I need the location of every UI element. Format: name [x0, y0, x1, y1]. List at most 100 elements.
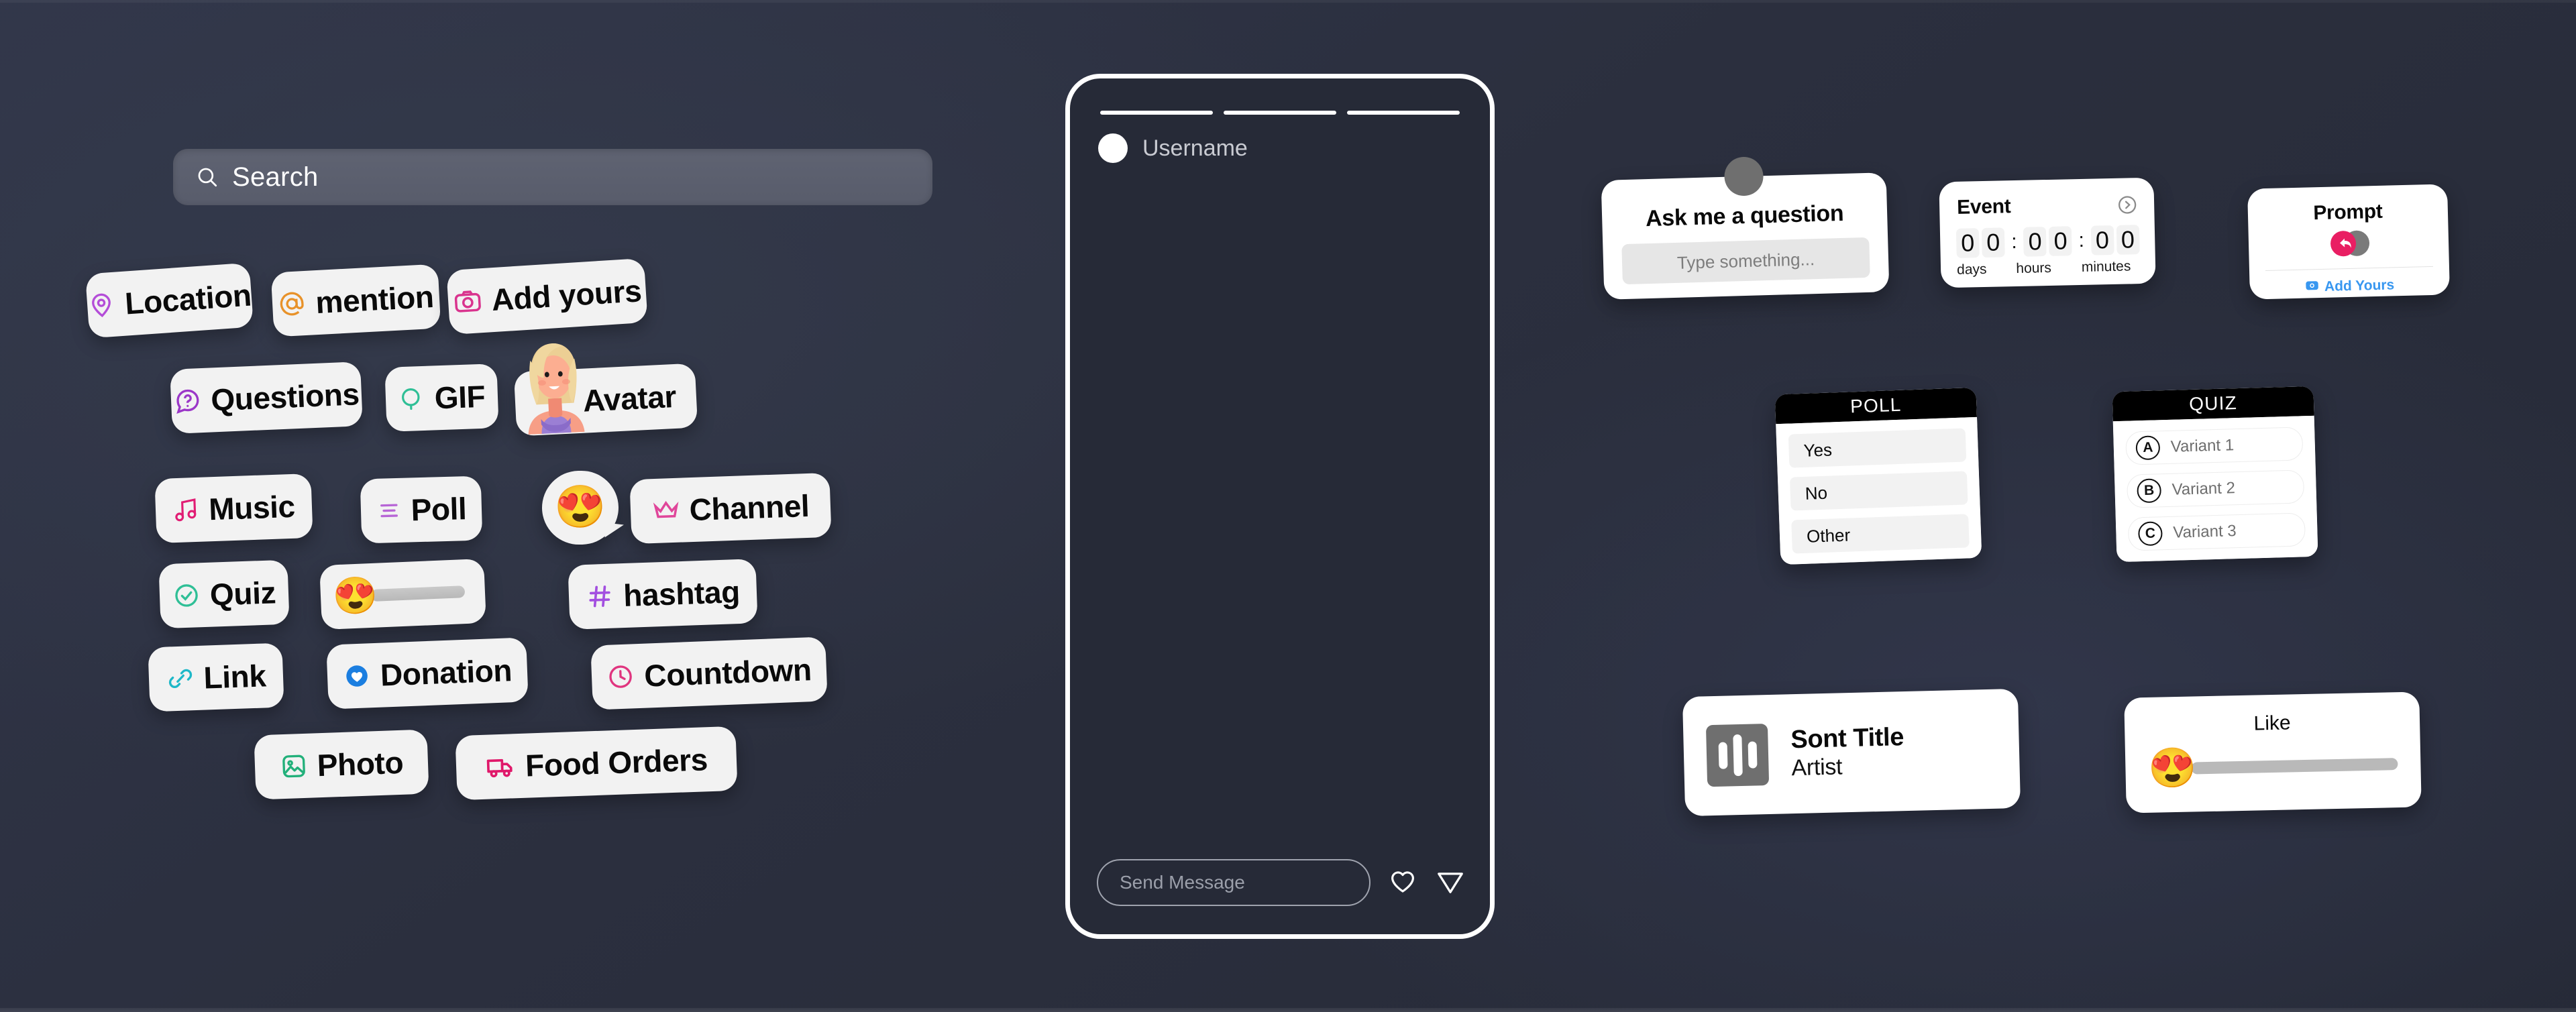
story-author[interactable]: Username: [1098, 133, 1248, 163]
card-quiz[interactable]: QUIZ A Variant 1 B Variant 2 C Variant 3: [2112, 386, 2318, 563]
event-title: Event: [1956, 195, 2011, 219]
quiz-option-badge: C: [2137, 521, 2163, 547]
countdown-separator: :: [2010, 230, 2017, 254]
clock-icon: [606, 662, 636, 691]
sticker-hashtag[interactable]: hashtag: [568, 559, 758, 630]
sticker-label: Avatar: [582, 378, 678, 418]
sticker-emoji-slider[interactable]: 😍: [319, 558, 486, 630]
quiz-option-label: Variant 1: [2170, 436, 2235, 456]
card-prompt[interactable]: Prompt Add Yours: [2247, 184, 2450, 300]
question-placeholder: Type something...: [1676, 248, 1815, 273]
prompt-add-label: Add Yours: [2324, 276, 2395, 294]
sticker-music[interactable]: Music: [154, 473, 313, 544]
countdown-separator: :: [2078, 229, 2085, 252]
quiz-options: A Variant 1 B Variant 2 C Variant 3: [2112, 415, 2318, 563]
username-label: Username: [1142, 135, 1248, 161]
send-message-input[interactable]: Send Message: [1097, 859, 1371, 906]
quiz-option[interactable]: A Variant 1: [2125, 427, 2304, 465]
quiz-option-label: Variant 2: [2171, 479, 2236, 499]
music-meta: Sont Title Artist: [1790, 723, 1904, 783]
card-music[interactable]: Sont Title Artist: [1682, 688, 2021, 817]
question-input[interactable]: Type something...: [1621, 237, 1870, 285]
question-bubble-icon: [173, 386, 203, 416]
prompt-title: Prompt: [2312, 200, 2383, 225]
sticker-photo[interactable]: Photo: [254, 729, 429, 800]
sticker-label: Photo: [316, 744, 404, 783]
sticker-link[interactable]: Link: [148, 642, 284, 712]
sticker-quiz[interactable]: Quiz: [158, 559, 290, 629]
emoji-slider-track[interactable]: [370, 585, 466, 602]
sticker-label: mention: [315, 278, 435, 321]
story-progress-segment: [1224, 111, 1336, 115]
chevron-right-circle-icon[interactable]: [2116, 194, 2139, 216]
heart-eyes-emoji: 😍: [2147, 746, 2198, 791]
bubble-tail: [604, 522, 624, 540]
sticker-questions[interactable]: Questions: [170, 361, 363, 434]
avatar-circle-icon: [1723, 156, 1764, 196]
like-slider[interactable]: 😍: [2147, 744, 2398, 791]
sticker-poll[interactable]: Poll: [360, 475, 483, 544]
sticker-donation[interactable]: Donation: [326, 637, 529, 710]
song-title: Sont Title: [1790, 722, 1904, 754]
sticker-channel[interactable]: Channel: [629, 472, 832, 545]
hash-icon: [586, 582, 614, 611]
sticker-countdown[interactable]: Countdown: [590, 636, 828, 710]
poll-option[interactable]: No: [1789, 471, 1968, 511]
quiz-option[interactable]: C Variant 3: [2127, 512, 2306, 551]
story-progress-segment: [1100, 111, 1213, 115]
quiz-option-badge: A: [2135, 435, 2161, 461]
send-message-placeholder: Send Message: [1120, 872, 1245, 893]
waveform-icon: [1705, 724, 1770, 787]
heart-icon[interactable]: [1388, 866, 1417, 899]
quiz-option-label: Variant 3: [2173, 522, 2237, 542]
sticker-label: Quiz: [209, 575, 276, 612]
sticker-label: Food Orders: [525, 742, 708, 783]
poll-options: Yes No Other: [1776, 416, 1982, 565]
sticker-label: Countdown: [643, 652, 812, 693]
delivery-truck-icon: [484, 750, 517, 783]
sticker-label: Questions: [210, 376, 360, 418]
story-footer: Send Message: [1097, 859, 1466, 906]
heart-eyes-emoji: 😍: [553, 484, 607, 531]
camera-icon: [2305, 278, 2320, 296]
card-like[interactable]: Like 😍: [2124, 691, 2422, 813]
poll-option[interactable]: Yes: [1788, 428, 1967, 468]
like-slider-track[interactable]: [2191, 758, 2398, 775]
sticker-location[interactable]: Location: [85, 262, 254, 339]
location-pin-icon: [87, 290, 117, 321]
search-icon: [196, 166, 219, 188]
sticker-label: GIF: [433, 378, 486, 416]
quiz-option-badge: B: [2137, 478, 2162, 504]
paper-plane-icon[interactable]: [1435, 866, 1466, 900]
prompt-divider: [2265, 266, 2433, 272]
sticker-food-orders[interactable]: Food Orders: [455, 726, 738, 801]
story-progress-segment: [1347, 111, 1460, 115]
search-placeholder: Search: [232, 162, 319, 192]
unit-label-days: days: [1956, 261, 1987, 278]
sticker-emoji-bubble[interactable]: 😍: [541, 469, 624, 546]
sticker-label: Location: [123, 277, 253, 321]
event-countdown: 0 0 : 0 0 : 0 0: [1955, 225, 2141, 258]
card-question[interactable]: Ask me a question Type something...: [1601, 156, 1890, 300]
sticker-label: Donation: [380, 653, 513, 693]
sticker-gif[interactable]: GIF: [384, 363, 499, 432]
song-artist: Artist: [1791, 754, 1843, 781]
card-event[interactable]: Event 0 0 : 0 0 : 0 0 days hours minutes: [1939, 177, 2156, 288]
card-poll[interactable]: POLL Yes No Other: [1774, 387, 1982, 565]
countdown-digit: 0: [1981, 227, 2005, 258]
prompt-add-yours-button[interactable]: Add Yours: [2249, 274, 2450, 297]
sticker-avatar[interactable]: Avatar: [513, 363, 698, 437]
heart-eyes-emoji: 😍: [331, 575, 379, 618]
phone-mockup: Username Send Message: [1065, 74, 1495, 939]
sticker-add-yours[interactable]: Add yours: [446, 258, 648, 335]
countdown-digit: 0: [1955, 228, 1980, 258]
sticker-label: Poll: [410, 491, 468, 528]
sticker-mention[interactable]: mention: [270, 264, 441, 337]
poll-option[interactable]: Other: [1791, 514, 1970, 554]
at-sign-icon: [278, 289, 307, 319]
search-input[interactable]: Search: [173, 149, 932, 205]
quiz-option[interactable]: B Variant 2: [2126, 469, 2305, 508]
event-unit-labels: days hours minutes: [1957, 258, 2141, 278]
like-title: Like: [2253, 712, 2291, 735]
music-note-icon: [172, 496, 200, 524]
